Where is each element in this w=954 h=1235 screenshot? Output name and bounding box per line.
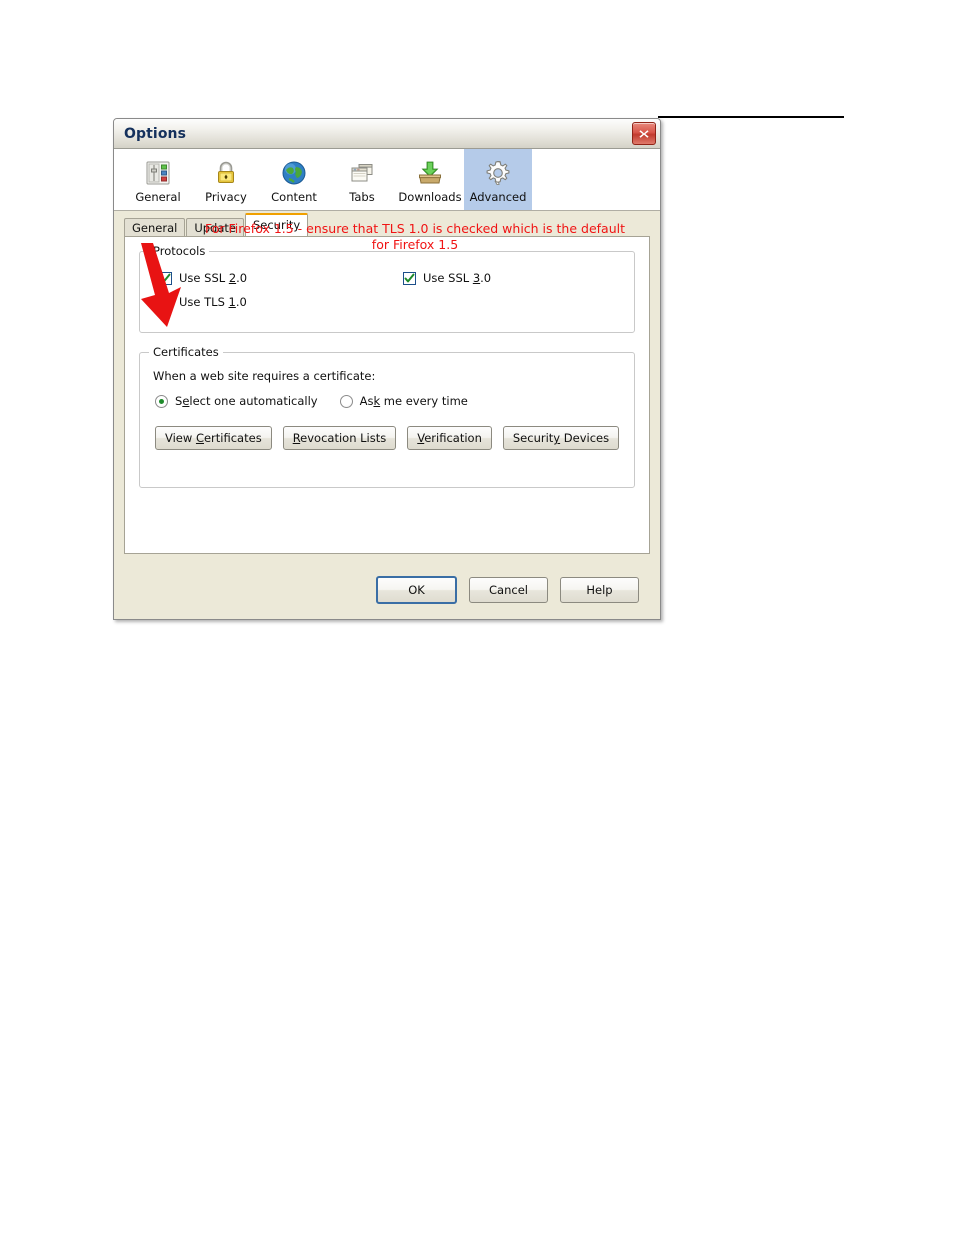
certificates-groupbox: Certificates When a web site requires a … [139, 345, 635, 488]
radio-ask-me-every-time-label: Ask me every time [359, 394, 468, 408]
globe-icon [279, 156, 309, 190]
toolbar-item-downloads[interactable]: Downloads [396, 149, 464, 210]
checkmark-icon [160, 273, 171, 282]
page-horizontal-rule [658, 116, 844, 118]
toolbar-item-privacy[interactable]: Privacy [192, 149, 260, 210]
category-toolbar: General Privacy Content Tabs Downloads A… [114, 149, 660, 211]
protocols-groupbox: Protocols Use SSL 2.0 Use SSL 3.0 Use TL… [139, 244, 635, 333]
toolbar-item-privacy-label: Privacy [205, 189, 247, 204]
certificate-action-buttons: View Certificates Revocation Lists Verif… [152, 426, 622, 450]
checkbox-use-ssl-2-label: Use SSL 2.0 [179, 271, 248, 285]
inner-tabstrip: General Update Security [114, 211, 660, 237]
certificate-radio-group: Select one automatically Ask me every ti… [152, 394, 622, 408]
cancel-button[interactable]: Cancel [469, 577, 548, 603]
tab-update-label: Update [194, 221, 236, 235]
checkbox-use-ssl-3-box[interactable] [403, 271, 416, 285]
options-dialog: Options General Privacy Content Tabs Dow… [113, 118, 661, 620]
ok-button[interactable]: OK [376, 576, 457, 604]
help-button[interactable]: Help [560, 577, 639, 603]
checkbox-use-ssl-2-box[interactable] [159, 271, 172, 285]
window-title: Options [124, 125, 187, 142]
radio-select-one-automatically-label: Select one automatically [175, 394, 318, 408]
windows-icon [347, 156, 377, 190]
checkbox-use-tls-1-label: Use TLS 1.0 [179, 295, 247, 309]
certificate-prompt-label: When a web site requires a certificate: [153, 369, 376, 383]
security-panel: For Firefox 1.5 - ensure that TLS 1.0 is… [124, 221, 650, 554]
radio-selected-dot [159, 398, 164, 404]
security-devices-button[interactable]: Security Devices [502, 426, 620, 450]
toolbar-item-general[interactable]: General [124, 149, 192, 210]
view-certificates-button[interactable]: View Certificates [155, 426, 272, 450]
radio-select-one-automatically[interactable]: Select one automatically [155, 394, 318, 408]
radio-ask-me-every-time-button[interactable] [339, 394, 353, 408]
tab-update[interactable]: Update [186, 218, 244, 237]
checkbox-use-ssl-3-label: Use SSL 3.0 [423, 271, 492, 285]
dialog-footer: OK Cancel Help [114, 561, 660, 619]
verification-button[interactable]: Verification [407, 426, 492, 450]
checkbox-use-tls-1-box[interactable] [159, 295, 172, 309]
toolbar-item-tabs-label: Tabs [349, 189, 375, 204]
close-icon [639, 129, 649, 138]
close-button[interactable] [632, 122, 656, 145]
checkmark-icon [404, 273, 415, 282]
toolbar-item-general-label: General [135, 189, 181, 204]
tab-general-label: General [132, 221, 178, 235]
checkbox-use-ssl-2[interactable]: Use SSL 2.0 [159, 266, 403, 290]
sliders-icon [143, 156, 173, 190]
radio-ask-me-every-time[interactable]: Ask me every time [339, 394, 468, 408]
dialog-titlebar: Options [114, 119, 660, 149]
protocols-group-title: Protocols [149, 244, 210, 258]
tab-security-label: Security [252, 218, 301, 232]
padlock-icon [211, 156, 241, 190]
tab-general[interactable]: General [124, 218, 186, 237]
download-box-icon [415, 156, 445, 190]
gear-icon [483, 156, 513, 190]
toolbar-item-content[interactable]: Content [260, 149, 328, 210]
toolbar-item-downloads-label: Downloads [398, 189, 462, 204]
checkbox-use-tls-1[interactable]: Use TLS 1.0 [159, 290, 403, 314]
tab-security[interactable]: Security [244, 213, 309, 236]
certificates-group-title: Certificates [149, 345, 223, 359]
toolbar-item-advanced[interactable]: Advanced [464, 149, 532, 210]
toolbar-item-tabs[interactable]: Tabs [328, 149, 396, 210]
checkbox-use-ssl-3[interactable]: Use SSL 3.0 [403, 266, 491, 290]
toolbar-item-content-label: Content [271, 189, 317, 204]
toolbar-item-advanced-label: Advanced [469, 189, 527, 204]
radio-select-one-automatically-button[interactable] [155, 394, 168, 408]
revocation-lists-button[interactable]: Revocation Lists [282, 426, 397, 450]
checkmark-icon [160, 297, 171, 306]
